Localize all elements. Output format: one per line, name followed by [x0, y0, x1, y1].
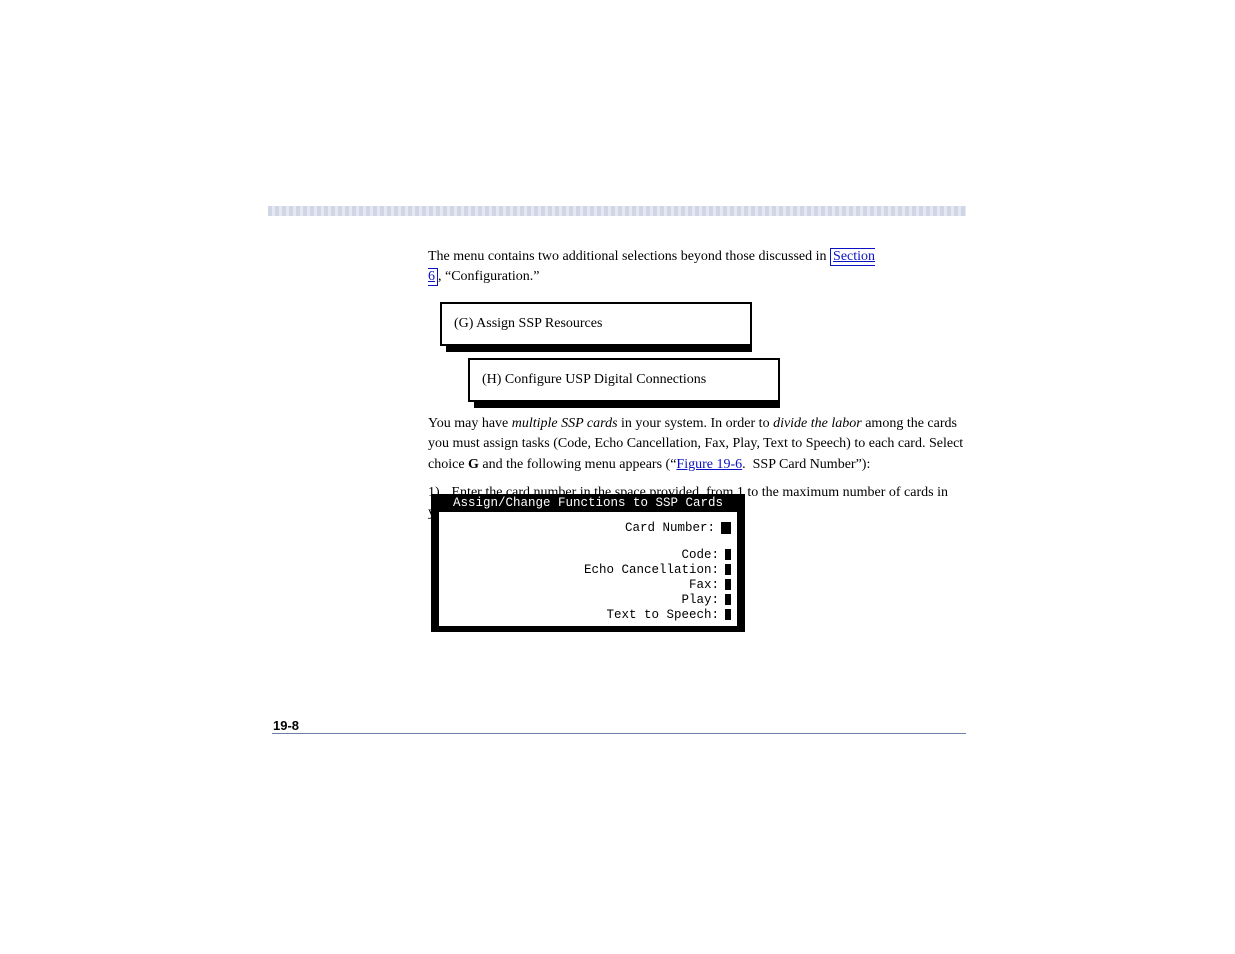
terminal-label-play: Play: — [681, 593, 719, 607]
terminal-label-echo: Echo Cancellation: — [584, 563, 719, 577]
terminal-panel: Assign/Change Functions to SSP Cards Car… — [431, 494, 745, 632]
page-number: 19-8 — [273, 718, 299, 733]
intro-text-pre: The menu contains two additional selecti… — [428, 249, 830, 264]
terminal-row-fax: Fax: — [445, 577, 731, 592]
terminal-row-tts: Text to Speech: — [445, 607, 731, 622]
terminal-label-tts: Text to Speech: — [606, 608, 719, 622]
option-box-h: (H) Configure USP Digital Connections — [468, 358, 780, 402]
cursor-icon — [725, 549, 731, 560]
emph-multiple-ssp: multiple SSP cards — [512, 416, 618, 431]
emph-divide-labor: divide the labor — [773, 416, 862, 431]
cursor-icon — [725, 564, 731, 575]
intro-paragraph: The menu contains two additional selecti… — [428, 247, 966, 288]
terminal-label-fax: Fax: — [689, 578, 719, 592]
terminal-row-code: Code: — [445, 547, 731, 562]
terminal-label-code: Code: — [681, 548, 719, 562]
intro-text-post: , “Configuration.” — [438, 269, 539, 284]
cursor-icon — [725, 594, 731, 605]
cursor-icon — [721, 522, 731, 534]
terminal-row-card-number: Card Number: — [445, 520, 731, 535]
terminal-label-card-number: Card Number: — [625, 521, 715, 535]
figure-link[interactable]: Figure 19-6 — [676, 457, 742, 472]
terminal-row-play: Play: — [445, 592, 731, 607]
terminal-title: Assign/Change Functions to SSP Cards — [431, 494, 745, 512]
cursor-icon — [725, 579, 731, 590]
header-pattern-band — [268, 206, 966, 216]
option-box-g-label: (G) Assign SSP Resources — [454, 316, 602, 331]
footer-rule — [272, 733, 966, 734]
terminal-row-echo: Echo Cancellation: — [445, 562, 731, 577]
choice-g-bold: G — [468, 457, 479, 472]
explain-paragraph: You may have multiple SSP cards in your … — [428, 414, 966, 475]
option-box-h-label: (H) Configure USP Digital Connections — [482, 372, 706, 387]
option-box-g: (G) Assign SSP Resources — [440, 302, 752, 346]
cursor-icon — [725, 609, 731, 620]
